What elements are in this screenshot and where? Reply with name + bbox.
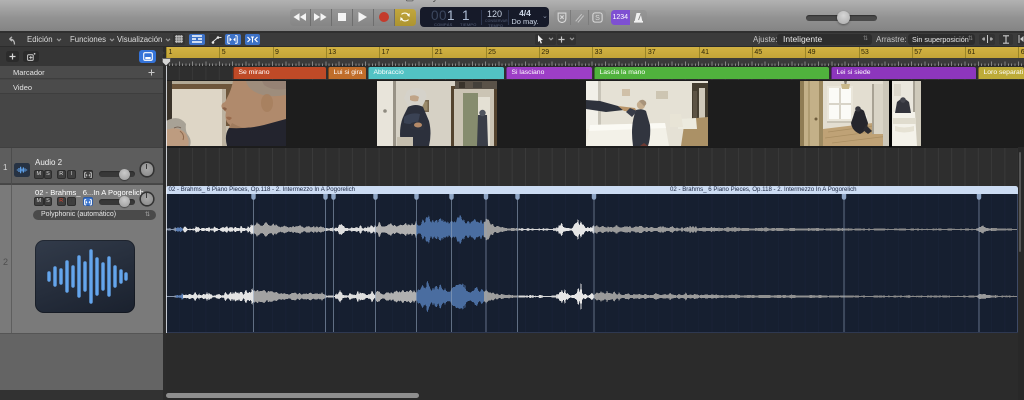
- svg-text:S: S: [595, 14, 600, 22]
